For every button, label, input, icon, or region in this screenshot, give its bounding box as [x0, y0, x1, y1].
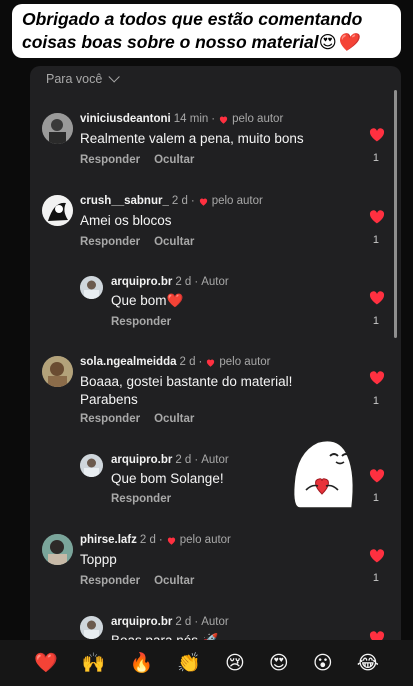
like-heart-icon[interactable] — [369, 371, 385, 385]
reply-button[interactable]: Responder — [80, 154, 140, 166]
like-heart-icon[interactable] — [369, 469, 385, 483]
avatar[interactable] — [80, 454, 103, 477]
avatar[interactable] — [42, 195, 73, 226]
timestamp: 2 d — [139, 534, 156, 546]
emoji-reaction-bar: ❤️ 🙌 🔥 👏 😢 😍 😮 😂 — [0, 640, 413, 686]
like-count: 1 — [372, 572, 379, 584]
emoji-red-heart[interactable]: ❤️ — [34, 652, 58, 674]
comment-text: Que bom Solange! — [111, 471, 224, 486]
username[interactable]: sola.ngealmeidda — [80, 356, 177, 368]
emoji-clapping-hands[interactable]: 👏 — [177, 652, 201, 674]
comment-actions: Responder Ocultar — [80, 413, 194, 425]
avatar[interactable] — [42, 113, 73, 144]
comment-text: Boas para nós 🚀 — [111, 632, 219, 640]
ghost-heart-sticker — [292, 439, 355, 509]
reply-button[interactable]: Responder — [111, 493, 171, 505]
author-like-badge: pelo autor — [219, 356, 271, 368]
comment-actions: Responder — [111, 493, 171, 505]
comment-text: Realmente valem a pena, muito bons — [80, 131, 304, 146]
comment-meta: arquipro.br 2 d · Autor — [111, 454, 229, 466]
heart-icon — [219, 116, 228, 124]
author-badge: Autor — [201, 616, 229, 628]
emoji-surprised-face[interactable]: 😮 — [313, 652, 333, 674]
avatar[interactable] — [42, 356, 73, 387]
heart-icon — [207, 359, 215, 367]
author-like-badge: pelo autor — [211, 195, 263, 207]
like-count: 1 — [372, 315, 379, 327]
username[interactable]: arquipro.br — [111, 616, 172, 628]
timestamp: 14 min — [173, 113, 209, 125]
author-badge: Autor — [201, 276, 229, 288]
heart-icon — [167, 537, 175, 545]
comment-meta: viniciusdeantoni 14 min · pelo autor — [80, 113, 284, 125]
reply-button[interactable]: Responder — [111, 316, 171, 328]
heart-icon — [199, 198, 207, 206]
comment-meta: phirse.lafz 2 d · pelo autor — [80, 534, 231, 546]
comment-actions: Responder — [111, 316, 171, 328]
caption-line-2: coisas boas sobre o nosso material😍❤️ — [22, 32, 359, 52]
username[interactable]: viniciusdeantoni — [80, 113, 171, 125]
comment-text: Amei os blocos — [80, 213, 172, 228]
scrollbar[interactable] — [394, 90, 397, 338]
emoji-fire[interactable]: 🔥 — [130, 652, 154, 674]
comment-meta: arquipro.br 2 d · Autor — [111, 616, 229, 628]
comment-actions: Responder Ocultar — [80, 236, 194, 248]
comment-text-line: Parabens — [80, 392, 138, 407]
comment-actions: Responder Ocultar — [80, 154, 194, 166]
chevron-down-icon — [108, 71, 121, 83]
hide-button[interactable]: Ocultar — [154, 236, 194, 248]
username[interactable]: arquipro.br — [111, 276, 172, 288]
comment-meta: sola.ngealmeidda 2 d · pelo autor — [80, 356, 271, 368]
hide-button[interactable]: Ocultar — [154, 154, 194, 166]
author-like-badge: pelo autor — [179, 534, 231, 546]
like-heart-icon[interactable] — [369, 210, 385, 224]
username[interactable]: phirse.lafz — [80, 534, 137, 546]
like-count: 1 — [372, 492, 379, 504]
avatar[interactable] — [80, 276, 103, 299]
author-like-badge: pelo autor — [232, 113, 284, 125]
timestamp: 2 d — [175, 616, 192, 628]
hide-button[interactable]: Ocultar — [154, 575, 194, 587]
comment-meta: crush__sabnur_ 2 d · pelo autor — [80, 195, 263, 207]
emoji-tears-of-joy[interactable]: 😂 — [357, 652, 379, 674]
caption-banner: Obrigado a todos que estão comentando co… — [12, 4, 401, 58]
author-badge: Autor — [201, 454, 229, 466]
emoji-heart-eyes[interactable]: 😍 — [269, 652, 289, 674]
reply-button[interactable]: Responder — [80, 575, 140, 587]
comment-actions: Responder Ocultar — [80, 575, 194, 587]
comment-text: Toppp — [80, 552, 117, 567]
timestamp: 2 d — [175, 454, 192, 466]
timestamp: 2 d — [179, 356, 196, 368]
reply-button[interactable]: Responder — [80, 236, 140, 248]
comment-text: Boaaa, gostei bastante do material! Para… — [80, 373, 292, 409]
timestamp: 2 d — [175, 276, 192, 288]
sort-label: Para você — [46, 72, 103, 86]
comments-panel: Para você viniciusdeantoni 14 min · pelo… — [30, 66, 401, 640]
hide-button[interactable]: Ocultar — [154, 413, 194, 425]
emoji-crying-face[interactable]: 😢 — [225, 652, 245, 674]
username[interactable]: arquipro.br — [111, 454, 172, 466]
avatar[interactable] — [42, 534, 73, 565]
like-count: 1 — [372, 395, 379, 407]
sort-dropdown[interactable]: Para você — [46, 71, 121, 86]
comment-text: Que bom❤️ — [111, 293, 184, 308]
caption-line-1: Obrigado a todos que estão comentando — [22, 9, 363, 29]
like-heart-icon[interactable] — [369, 631, 385, 640]
like-count: 1 — [372, 234, 379, 246]
avatar[interactable] — [80, 616, 103, 639]
like-heart-icon[interactable] — [369, 549, 385, 563]
comment-text-line: Boaaa, gostei bastante do material! — [80, 374, 293, 389]
reply-button[interactable]: Responder — [80, 413, 140, 425]
emoji-raised-hands[interactable]: 🙌 — [82, 652, 106, 674]
username[interactable]: crush__sabnur_ — [80, 195, 169, 207]
comment-meta: arquipro.br 2 d · Autor — [111, 276, 229, 288]
like-count: 1 — [372, 152, 379, 164]
like-heart-icon[interactable] — [369, 128, 385, 142]
like-heart-icon[interactable] — [369, 291, 385, 305]
timestamp: 2 d — [171, 195, 188, 207]
